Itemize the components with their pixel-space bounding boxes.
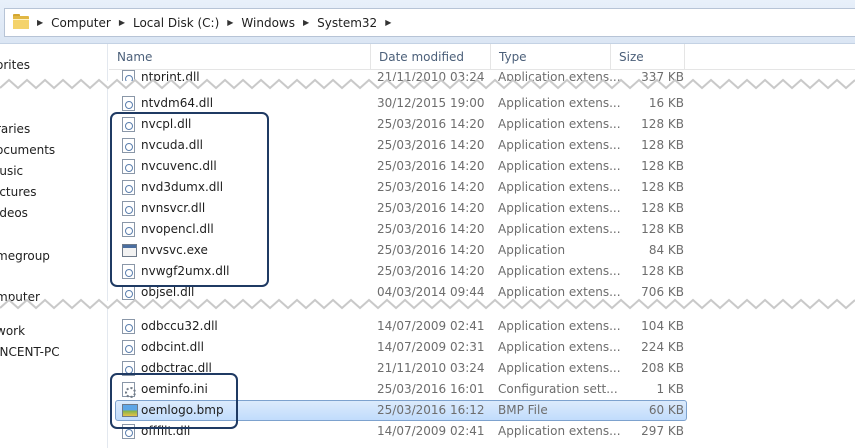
breadcrumb-root-arrow[interactable]: ▶ (29, 18, 51, 27)
file-size: 84 KB (648, 243, 684, 257)
file-date-modified: 25/03/2016 16:01 (377, 382, 485, 396)
dll-icon (122, 340, 135, 355)
file-date-modified: 25/03/2016 14:20 (377, 243, 485, 257)
file-row[interactable]: odbccu32.dll 14/07/2009 02:41 Application … (109, 316, 855, 337)
torn-edge-bottom (0, 298, 855, 310)
file-type: Application extens... (498, 201, 621, 215)
file-type: Application extens... (498, 222, 621, 236)
file-type: Application (498, 243, 566, 257)
folder-icon (13, 14, 29, 29)
file-size: 224 KB (641, 340, 684, 354)
navigation-pane: orites raries ocuments lusic ictures ide… (0, 44, 108, 448)
dll-icon (122, 319, 135, 334)
file-type: Application extens... (498, 340, 621, 354)
chevron-right-icon[interactable]: ▶ (303, 18, 309, 27)
nav-item-music[interactable]: lusic (0, 164, 23, 178)
file-date-modified: 14/07/2009 02:41 (377, 319, 485, 333)
file-date-modified: 25/03/2016 14:20 (377, 222, 485, 236)
breadcrumb[interactable]: ▶ Computer ▶ Local Disk (C:) ▶ Windows ▶ Sy… (4, 8, 855, 37)
file-date-modified: 25/03/2016 14:20 (377, 138, 485, 152)
file-date-modified: 14/07/2009 02:31 (377, 340, 485, 354)
nav-item-computer-name[interactable]: INCENT-PC (0, 345, 60, 359)
file-type: Application extens... (498, 264, 621, 278)
file-type: Application extens... (498, 159, 621, 173)
nav-item-videos[interactable]: ideos (0, 206, 28, 220)
breadcrumb-item-system32[interactable]: System32 ▶ (317, 16, 399, 30)
file-name: odbccu32.dll (141, 319, 218, 333)
file-type: Configuration sett... (498, 382, 618, 396)
nav-item-documents[interactable]: ocuments (0, 143, 55, 157)
file-date-modified: 30/12/2015 19:00 (377, 96, 485, 110)
breadcrumb-label[interactable]: Windows (241, 16, 295, 30)
file-size: 128 KB (641, 138, 684, 152)
file-date-modified: 25/03/2016 14:20 (377, 159, 485, 173)
file-size: 104 KB (641, 319, 684, 333)
nav-item-homegroup[interactable]: megroup (0, 249, 50, 263)
file-type: Application extens... (498, 424, 621, 438)
file-size: 208 KB (641, 361, 684, 375)
file-row[interactable]: odbcint.dll 14/07/2009 02:31 Application e… (109, 337, 855, 358)
file-date-modified: 14/07/2009 02:41 (377, 424, 485, 438)
breadcrumb-item-windows[interactable]: Windows ▶ (241, 16, 317, 30)
nav-item-favorites[interactable]: orites (0, 58, 30, 72)
file-size: 128 KB (641, 180, 684, 194)
file-date-modified: 21/11/2010 03:24 (377, 361, 485, 375)
address-bar: ▶ Computer ▶ Local Disk (C:) ▶ Windows ▶ Sy… (0, 0, 855, 44)
file-name: odbcint.dll (141, 340, 204, 354)
file-size: 60 KB (648, 403, 684, 417)
file-size: 16 KB (648, 96, 684, 110)
file-date-modified: 25/03/2016 14:20 (377, 264, 485, 278)
file-type: BMP File (498, 403, 548, 417)
file-size: 128 KB (641, 159, 684, 173)
file-size: 128 KB (641, 264, 684, 278)
chevron-right-icon[interactable]: ▶ (385, 18, 391, 27)
breadcrumb-item-local-disk[interactable]: Local Disk (C:) ▶ (133, 16, 241, 30)
file-size: 1 KB (656, 382, 684, 396)
breadcrumb-item-computer[interactable]: Computer ▶ (51, 16, 133, 30)
file-date-modified: 25/03/2016 14:20 (377, 201, 485, 215)
file-type: Application extens... (498, 117, 621, 131)
dll-icon (122, 96, 135, 111)
nav-item-libraries[interactable]: raries (0, 122, 30, 136)
breadcrumb-label[interactable]: Local Disk (C:) (133, 16, 219, 30)
highlight-box-nvidia-files (110, 112, 269, 287)
file-type: Application extens... (498, 361, 621, 375)
file-name: ntvdm64.dll (141, 96, 214, 110)
breadcrumb-label[interactable]: Computer (51, 16, 111, 30)
chevron-right-icon[interactable]: ▶ (119, 18, 125, 27)
nav-item-pictures[interactable]: ictures (0, 185, 37, 199)
file-date-modified: 25/03/2016 14:20 (377, 117, 485, 131)
chevron-right-icon[interactable]: ▶ (227, 18, 233, 27)
file-row[interactable]: ntvdm64.dll 30/12/2015 19:00 Application e… (109, 93, 855, 114)
file-type: Application extens... (498, 96, 621, 110)
file-size: 297 KB (641, 424, 684, 438)
breadcrumb-label[interactable]: System32 (317, 16, 377, 30)
file-type: Application extens... (498, 319, 621, 333)
file-type: Application extens... (498, 180, 621, 194)
file-date-modified: 25/03/2016 14:20 (377, 180, 485, 194)
nav-item-network[interactable]: work (0, 324, 25, 338)
file-date-modified: 25/03/2016 16:12 (377, 403, 485, 417)
torn-edge-top (0, 78, 855, 90)
file-size: 128 KB (641, 222, 684, 236)
highlight-box-oem-files (110, 373, 238, 429)
file-type: Application extens... (498, 138, 621, 152)
file-size: 128 KB (641, 117, 684, 131)
file-size: 128 KB (641, 201, 684, 215)
